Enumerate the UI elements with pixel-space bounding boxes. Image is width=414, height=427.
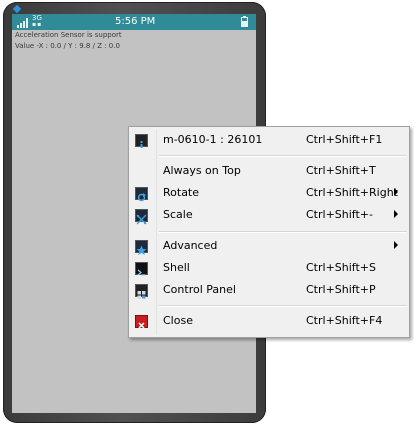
signal-strength-icon xyxy=(17,18,29,28)
info-icon xyxy=(135,134,148,148)
menu-item-label: Advanced xyxy=(163,239,218,252)
scale-icon xyxy=(135,209,148,225)
menu-item-rotate[interactable]: Rotate Ctrl+Shift+Right xyxy=(129,183,409,204)
menu-item-label: Scale xyxy=(163,208,193,221)
menu-item-shell[interactable]: Shell Ctrl+Shift+S xyxy=(129,258,409,279)
menu-item-shortcut: Ctrl+Shift+Right xyxy=(306,186,398,199)
menu-item-advanced[interactable]: Advanced xyxy=(129,236,409,257)
menu-item-device-info[interactable]: m-0610-1 : 26101 Ctrl+Shift+F1 xyxy=(129,130,409,151)
control-panel-icon xyxy=(135,284,148,299)
menu-item-label: Control Panel xyxy=(163,283,236,296)
advanced-star-icon xyxy=(135,240,148,255)
menu-separator xyxy=(159,155,407,157)
menu-item-label: Shell xyxy=(163,261,190,274)
battery-level xyxy=(242,21,247,26)
menu-item-shortcut: Ctrl+Shift+P xyxy=(306,283,376,296)
menu-item-close[interactable]: Close Ctrl+Shift+F4 xyxy=(129,311,409,332)
menu-item-label: Close xyxy=(163,314,193,327)
status-bar: 3G ▪▪ 5:56 PM xyxy=(12,14,256,30)
menu-item-label: Rotate xyxy=(163,186,200,199)
menu-item-label: m-0610-1 : 26101 xyxy=(163,133,263,146)
close-icon xyxy=(135,315,148,329)
menu-item-shortcut: Ctrl+Shift+F1 xyxy=(306,133,383,146)
menu-item-label: Always on Top xyxy=(163,164,241,177)
menu-item-always-on-top[interactable]: Always on Top Ctrl+Shift+T xyxy=(129,161,409,182)
menu-icon-gutter xyxy=(156,129,157,335)
menu-item-shortcut: Ctrl+Shift+T xyxy=(306,164,376,177)
data-activity-icon: ▪▪ xyxy=(32,21,43,28)
submenu-arrow-icon xyxy=(394,241,398,249)
menu-item-scale[interactable]: Scale Ctrl+Shift+- xyxy=(129,205,409,226)
menu-separator xyxy=(159,305,407,307)
rotate-icon xyxy=(135,187,148,202)
shell-terminal-icon xyxy=(135,262,148,276)
submenu-arrow-icon xyxy=(394,210,398,218)
menu-item-shortcut: Ctrl+Shift+F4 xyxy=(306,314,383,327)
sensor-status-text: Acceleration Sensor is support xyxy=(15,31,122,39)
context-menu: m-0610-1 : 26101 Ctrl+Shift+F1 Always on… xyxy=(128,126,410,338)
menu-item-shortcut: Ctrl+Shift+- xyxy=(306,208,373,221)
sensor-value-text: Value -X : 0.0 / Y : 9.8 / Z : 0.0 xyxy=(15,42,120,50)
menu-item-control-panel[interactable]: Control Panel Ctrl+Shift+P xyxy=(129,280,409,301)
submenu-arrow-icon xyxy=(394,188,398,196)
menu-separator xyxy=(159,231,407,233)
menu-item-shortcut: Ctrl+Shift+S xyxy=(306,261,376,274)
status-clock: 5:56 PM xyxy=(115,16,156,27)
